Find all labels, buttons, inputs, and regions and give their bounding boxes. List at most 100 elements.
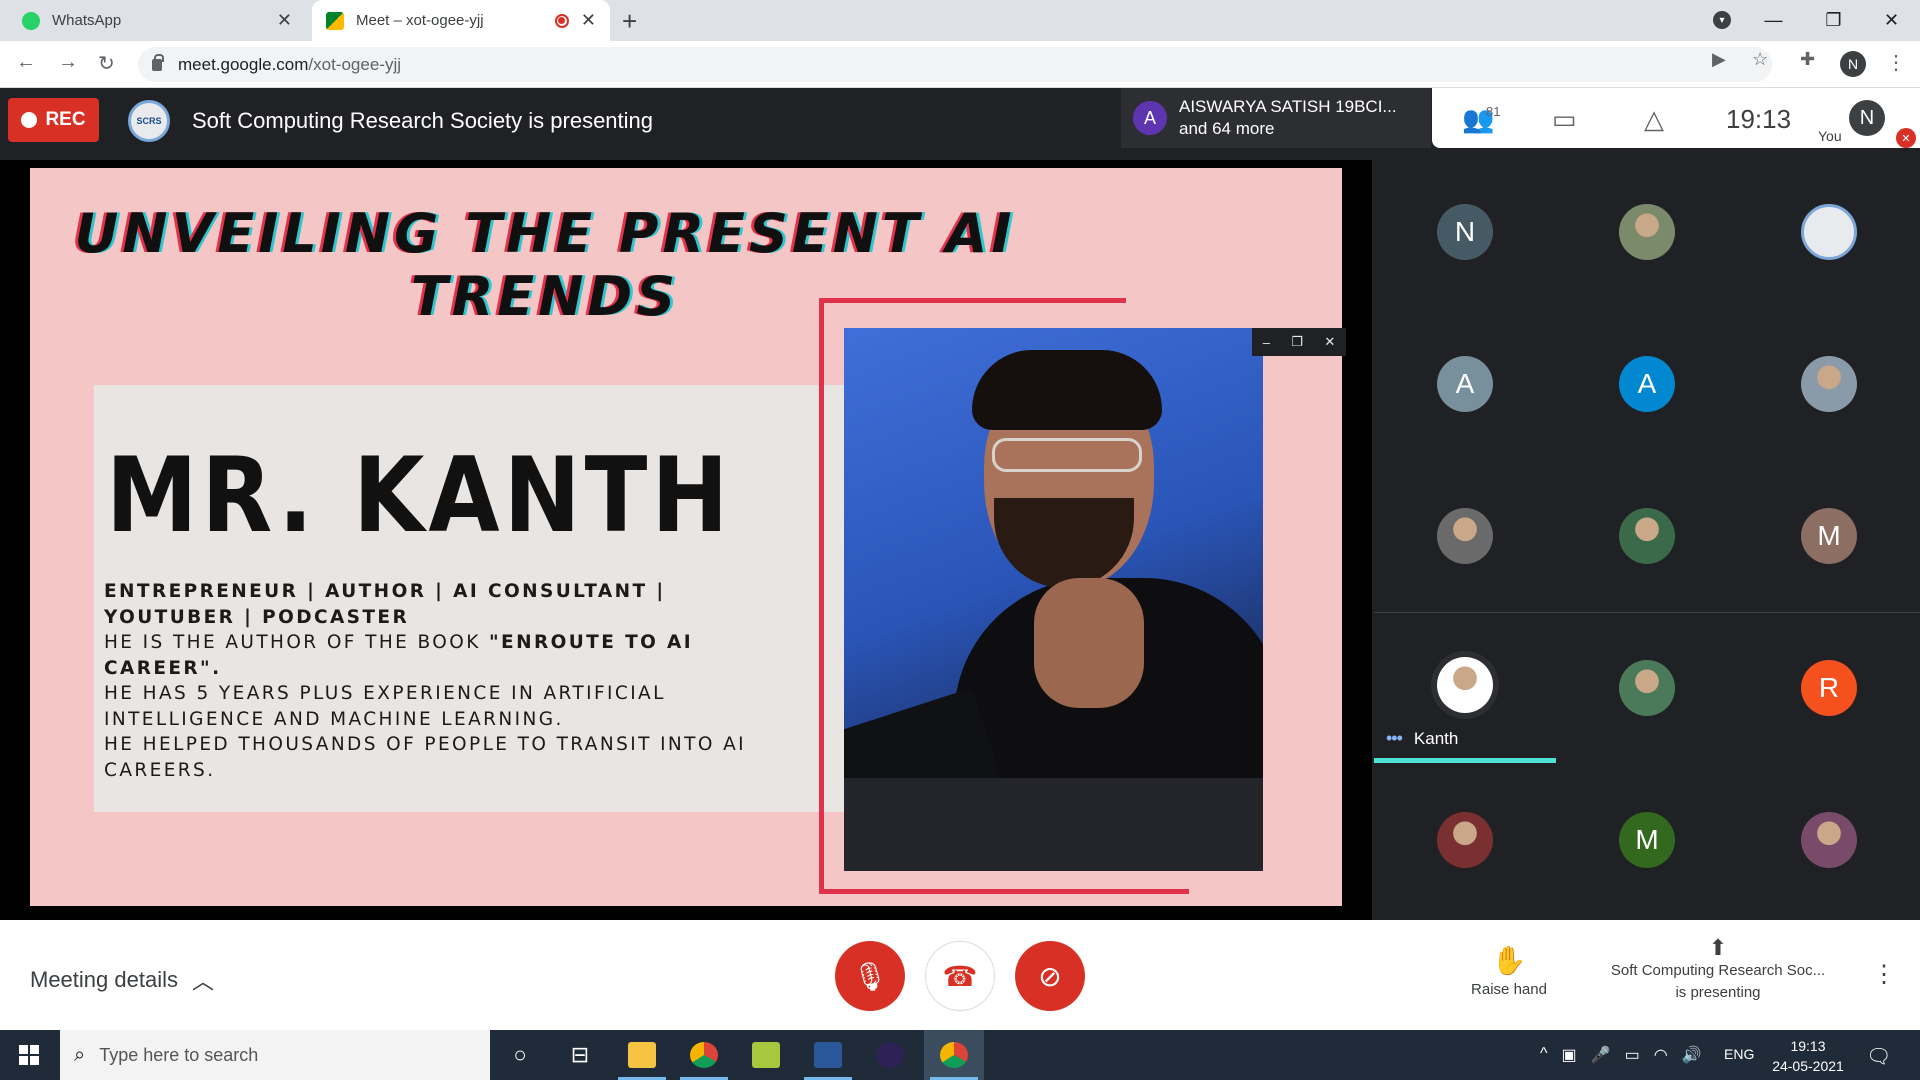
back-button[interactable]: ← <box>16 51 36 74</box>
forward-button[interactable]: → <box>58 51 78 74</box>
participant-tile[interactable]: A <box>1374 308 1556 460</box>
participant-tile[interactable] <box>1556 460 1738 612</box>
close-tab-icon[interactable]: ✕ <box>581 10 596 31</box>
reload-button[interactable]: ↻ <box>98 51 115 76</box>
battery-icon[interactable]: ▭ <box>1625 1045 1640 1065</box>
chat-icon[interactable]: ▭ <box>1552 104 1577 135</box>
slide-title: UNVEILING THE PRESENT AI TRENDS <box>74 202 1016 328</box>
cortana-icon[interactable]: ○ <box>490 1030 550 1080</box>
notification-icon[interactable]: 🗨 <box>1866 1044 1891 1069</box>
presentation-window-controls: – ❐ ✕ <box>1252 328 1346 356</box>
speaker-bio: ENTREPRENEUR | AUTHOR | AI CONSULTANT | … <box>104 579 804 783</box>
browser-toolbar: ← → ↻ meet.google.com/xot-ogee-yjj ▶ ☆ ✚… <box>0 41 1920 88</box>
lock-icon[interactable] <box>152 53 164 71</box>
url-host: meet.google.com <box>178 54 309 74</box>
tab-search-icon[interactable]: ▾ <box>1713 11 1731 29</box>
file-explorer-icon[interactable] <box>612 1030 672 1080</box>
camera-toggle-button[interactable]: ⊘ <box>1015 941 1085 1011</box>
eclipse-icon[interactable] <box>860 1030 920 1080</box>
taskbar-time: 19:13 <box>1790 1038 1826 1054</box>
participant-tile[interactable]: M <box>1738 460 1920 612</box>
bio-helped: HE HELPED THOUSANDS OF PEOPLE TO TRANSIT… <box>104 734 747 781</box>
participant-avatar <box>1801 356 1857 412</box>
participant-tile[interactable] <box>1374 460 1556 612</box>
browser-menu-icon[interactable]: ⋮ <box>1886 50 1906 75</box>
chrome-profile-icon[interactable] <box>924 1030 984 1080</box>
participant-tile[interactable]: M <box>1556 764 1738 916</box>
participant-avatar: A <box>1437 356 1493 412</box>
participant-tile[interactable]: A <box>1556 308 1738 460</box>
taskbar-search[interactable]: ⌕ Type here to search <box>60 1030 490 1080</box>
close-window-button[interactable]: ✕ <box>1864 0 1919 41</box>
participant-avatar <box>1801 204 1857 260</box>
task-view-icon[interactable]: ⊟ <box>550 1030 610 1080</box>
participant-avatar: R <box>1801 660 1857 716</box>
camera-icon[interactable]: ▶ <box>1712 49 1726 70</box>
minimize-presentation-icon[interactable]: – <box>1263 335 1270 350</box>
start-button[interactable] <box>0 1030 58 1080</box>
meet-bottom-bar: Meeting details ︿ 🎙 ☎ ⊘ ✋ Raise hand ⬆ S… <box>0 920 1920 1030</box>
participant-count: 81 <box>1486 104 1501 119</box>
participant-tile[interactable]: N <box>1374 156 1556 308</box>
participant-avatar <box>1619 508 1675 564</box>
tab-whatsapp[interactable]: WhatsApp ✕ <box>8 0 306 41</box>
meet-top-controls <box>1432 88 1920 148</box>
restore-presentation-icon[interactable]: ❐ <box>1291 334 1303 350</box>
speaker-photo <box>844 328 1263 871</box>
join-notification[interactable]: A AISWARYA SATISH 19BCI... and 64 more <box>1121 88 1431 148</box>
presenting-button[interactable]: ⬆ Soft Computing Research Soc... is pres… <box>1590 936 1846 1004</box>
participant-tile[interactable] <box>1556 612 1738 764</box>
tab-meet[interactable]: Meet – xot-ogee-yjj ✕ <box>312 0 610 41</box>
bookmark-star-icon[interactable]: ☆ <box>1752 49 1768 70</box>
participant-tile[interactable] <box>1374 764 1556 916</box>
url-path: /xot-ogee-yjj <box>308 54 402 74</box>
active-speaker-name: Kanth <box>1413 728 1459 748</box>
chevron-up-icon: ︿ <box>191 969 214 994</box>
chevron-up-icon[interactable]: ^ <box>1540 1045 1548 1065</box>
close-tab-icon[interactable]: ✕ <box>277 10 292 31</box>
meeting-details-label: Meeting details <box>30 967 178 992</box>
leave-call-button[interactable]: ☎ <box>925 941 995 1011</box>
word-icon[interactable] <box>798 1030 858 1080</box>
mic-toggle-button[interactable]: 🎙 <box>835 941 905 1011</box>
presentation-stage: UNVEILING THE PRESENT AI TRENDS MR. KANT… <box>0 160 1372 920</box>
participant-avatar: N <box>1437 204 1493 260</box>
hand-icon: ✋ <box>1491 945 1527 976</box>
camera-tray-icon[interactable]: ▣ <box>1562 1045 1577 1065</box>
participant-tile[interactable] <box>1556 156 1738 308</box>
record-dot-icon <box>21 112 38 128</box>
presentation-slide: UNVEILING THE PRESENT AI TRENDS MR. KANT… <box>30 168 1342 906</box>
active-speaker-label: ••• Kanth <box>1386 728 1458 749</box>
minimize-button[interactable]: — <box>1746 0 1801 41</box>
microphone-icon[interactable]: 🎤 <box>1591 1045 1611 1065</box>
language-indicator[interactable]: ENG <box>1724 1046 1754 1062</box>
profile-avatar[interactable]: N <box>1840 51 1866 77</box>
taskbar-clock[interactable]: 19:13 24-05-2021 <box>1768 1036 1848 1076</box>
meeting-details-button[interactable]: Meeting details ︿ <box>30 964 214 996</box>
more-options-icon[interactable]: ⋮ <box>1872 960 1896 989</box>
grid-divider <box>1374 612 1920 613</box>
participant-tile[interactable] <box>1738 764 1920 916</box>
volume-icon[interactable]: 🔊 <box>1682 1045 1702 1065</box>
maximize-button[interactable]: ❐ <box>1806 0 1861 41</box>
extensions-icon[interactable]: ✚ <box>1800 49 1815 70</box>
wifi-icon[interactable]: ◠ <box>1654 1045 1668 1065</box>
raise-hand-button[interactable]: ✋ Raise hand <box>1454 944 1564 998</box>
activities-icon[interactable]: △ <box>1644 104 1664 135</box>
participant-tile[interactable] <box>1738 308 1920 460</box>
recording-icon <box>554 13 569 28</box>
participant-tile[interactable]: R <box>1738 612 1920 764</box>
tab-title: WhatsApp <box>52 12 122 29</box>
new-tab-button[interactable]: + <box>622 6 637 37</box>
you-label: You <box>1818 128 1842 144</box>
bio-author: HE IS THE AUTHOR OF THE BOOK <box>104 632 490 653</box>
bio-roles: ENTREPRENEUR | AUTHOR | AI CONSULTANT | … <box>104 581 666 628</box>
presenting-title: Soft Computing Research Society is prese… <box>192 108 654 133</box>
chrome-icon[interactable] <box>674 1030 734 1080</box>
address-bar[interactable]: meet.google.com/xot-ogee-yjj <box>138 47 1772 82</box>
photo-frame <box>819 298 1126 303</box>
self-avatar[interactable]: N <box>1849 100 1885 136</box>
notes-app-icon[interactable] <box>736 1030 796 1080</box>
participant-tile[interactable] <box>1738 156 1920 308</box>
close-presentation-icon[interactable]: ✕ <box>1324 334 1335 350</box>
